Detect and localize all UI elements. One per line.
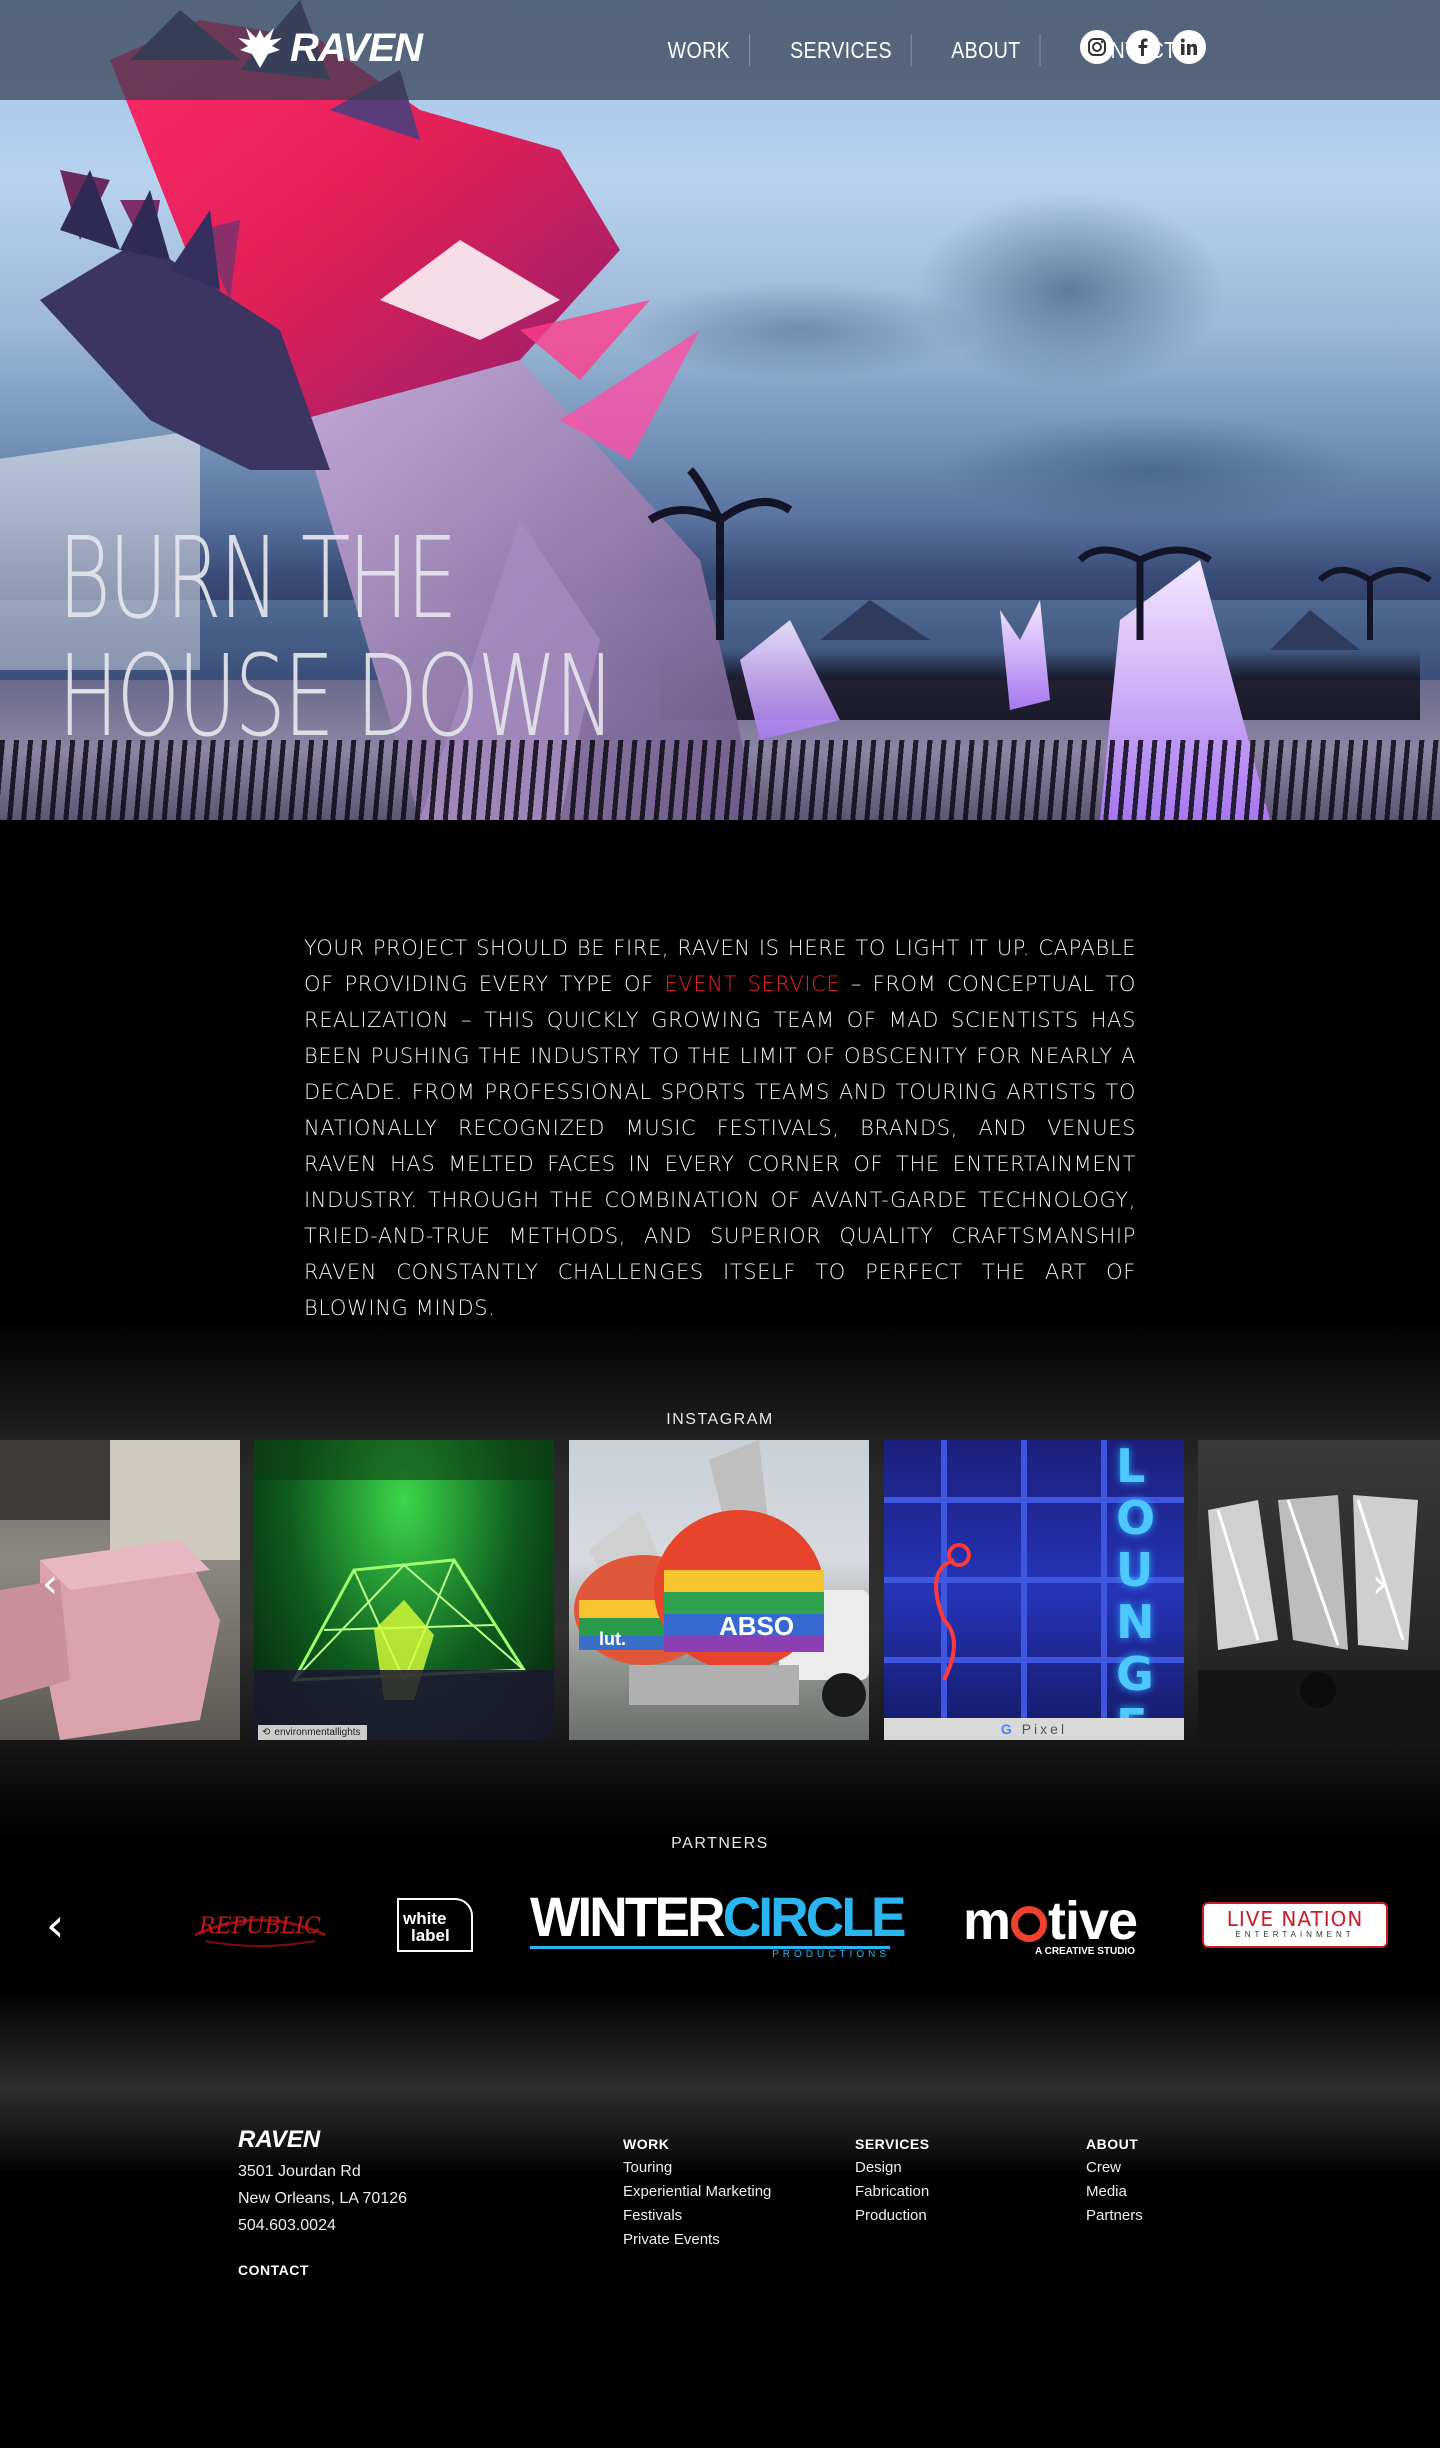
white-label-text-2: label [411,1926,450,1945]
nav-about[interactable]: ABOUT [933,34,1041,66]
livenation-subtext: ENTERTAINMENT [1235,1930,1355,1939]
footer-col-about: ABOUT Crew Media Partners [1086,2132,1143,2228]
partner-republic-logo[interactable]: REPUBLIC [180,1880,340,1970]
footer-link-crew[interactable]: Crew [1086,2156,1143,2180]
repost-icon: ⟲ [262,1727,271,1738]
footer-link-private-events[interactable]: Private Events [623,2228,771,2252]
instagram-carousel: ⟲ environmentallights ABSO lut. LOUNG G … [0,1440,1440,1740]
motive-text-a: m [962,1890,1011,1951]
footer-link-experiential[interactable]: Experiential Marketing [623,2180,771,2204]
partners-label: PARTNERS [671,1835,769,1852]
partner-motive-logo[interactable]: m tive A CREATIVE STUDIO [960,1880,1140,1970]
bottle-label: ABSO [719,1611,794,1641]
brand-name: RAVEN [290,25,423,70]
hero-title-line1: BURN THE [58,514,458,644]
linkedin-icon[interactable] [1172,30,1206,64]
instagram-credit-badge: ⟲ environmentallights [258,1725,367,1740]
instagram-post-4[interactable]: LOUNGE G Pixel [884,1440,1184,1740]
nav-services[interactable]: SERVICES [771,34,912,66]
partner-livenation-logo[interactable]: LIVE NATION ENTERTAINMENT [1200,1880,1390,1970]
address-line2: New Orleans, LA 70126 [238,2190,407,2207]
footer-col-head[interactable]: ABOUT [1086,2132,1143,2156]
hero-title: BURN THE HOUSE DOWN [58,520,615,756]
instagram-post-2[interactable]: ⟲ environmentallights [254,1440,554,1740]
footer-link-fabrication[interactable]: Fabrication [855,2180,930,2204]
livenation-text: LIVE NATION [1226,1907,1364,1931]
nav-work[interactable]: WORK [649,34,750,66]
instagram-label: INSTAGRAM [666,1411,774,1428]
instagram-next-arrow[interactable]: › [1372,1564,1388,1604]
social-links [1080,30,1206,64]
hero-title-line2: HOUSE DOWN [58,632,615,762]
footer-link-partners[interactable]: Partners [1086,2204,1143,2228]
hero-section: RAVEN WORK SERVICES ABOUT CONTACT BURN T… [0,0,1440,820]
pixel-banner: G Pixel [884,1718,1184,1740]
intro-paragraph: YOUR PROJECT SHOULD BE FIRE, RAVEN IS HE… [304,930,1136,1326]
footer-link-production[interactable]: Production [855,2204,930,2228]
instagram-post-5[interactable] [1198,1440,1440,1740]
facebook-icon[interactable] [1126,30,1160,64]
footer-logo[interactable]: RAVEN [238,2126,320,2154]
google-g-icon: G [1000,1721,1015,1737]
lounge-neon-sign: LOUNGE [1116,1440,1156,1740]
event-service-link[interactable]: EVENT SERVICE [664,972,840,996]
raven-logo[interactable]: RAVEN [236,22,423,74]
footer-col-services: SERVICES Design Fabrication Production [855,2132,930,2228]
white-label-text-1: white [403,1909,447,1928]
partner-wintercircle-logo[interactable]: WINTERCIRCLE PRODUCTIONS [530,1880,910,1970]
footer-col-work: WORK Touring Experiential Marketing Fest… [623,2132,771,2252]
motive-o-icon [1010,1905,1047,1942]
wintercircle-text-b: CIRCLE [722,1885,907,1948]
footer-link-media[interactable]: Media [1086,2180,1143,2204]
footer-contact-link[interactable]: CONTACT [238,2262,309,2278]
motive-text-b: tive [1047,1890,1138,1951]
footer-link-festivals[interactable]: Festivals [623,2204,771,2228]
wintercircle-subtext: PRODUCTIONS [772,1949,890,1960]
republic-text: REPUBLIC [198,1914,321,1939]
instagram-post-3[interactable]: ABSO lut. [569,1440,869,1740]
raven-wings-icon [238,28,282,68]
footer-address: 3501 Jourdan Rd New Orleans, LA 70126 50… [238,2158,407,2239]
instagram-post-1[interactable] [0,1440,240,1740]
motive-subtext: A CREATIVE STUDIO [1034,1945,1135,1957]
partners-prev-arrow[interactable]: ‹ [46,1902,64,1948]
footer-link-touring[interactable]: Touring [623,2156,771,2180]
instagram-icon[interactable] [1080,30,1114,64]
footer-col-head[interactable]: WORK [623,2132,771,2156]
pixel-banner-text: Pixel [1021,1721,1068,1737]
partners-carousel: ‹ REPUBLIC white label WINTERCIRCLE PROD… [0,1880,1440,1970]
address-line1: 3501 Jourdan Rd [238,2163,361,2180]
wintercircle-text-a: WINTER [530,1885,726,1948]
intro-text-end: – FROM CONCEPTUAL TO REALIZATION – THIS … [304,972,1136,1320]
phone-number[interactable]: 504.603.0024 [238,2212,407,2239]
top-navigation-bar: RAVEN WORK SERVICES ABOUT CONTACT [0,0,1440,100]
partner-white-label-logo[interactable]: white label [385,1880,485,1970]
bottle-label-2: lut. [599,1629,626,1649]
credit-text: environmentallights [274,1727,361,1738]
footer-link-design[interactable]: Design [855,2156,930,2180]
footer-col-head[interactable]: SERVICES [855,2132,930,2156]
instagram-prev-arrow[interactable]: ‹ [42,1564,58,1604]
